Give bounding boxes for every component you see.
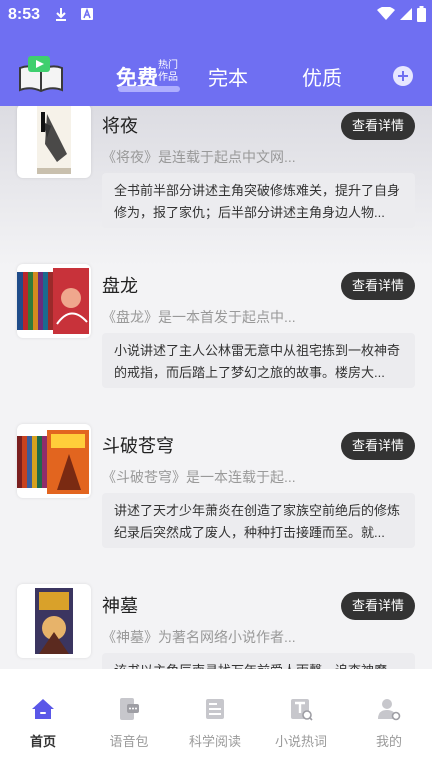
signal-icon <box>400 8 412 20</box>
nav-label: 我的 <box>375 734 402 749</box>
document-icon <box>206 699 224 719</box>
nav-voice-pack[interactable]: 语音包 <box>86 697 172 750</box>
book-cover-image[interactable] <box>17 264 91 338</box>
nav-mine[interactable]: 我的 <box>346 697 432 750</box>
book-title[interactable]: 斗破苍穹 <box>102 432 174 458</box>
top-tab-bar: 免费 热门作品 完本 优质 <box>0 52 432 100</box>
active-tab-indicator <box>118 86 180 92</box>
status-time: 8:53 <box>8 6 41 23</box>
tab-complete[interactable]: 完本 <box>208 62 248 91</box>
home-icon <box>32 699 54 719</box>
battery-icon <box>417 6 426 22</box>
book-title[interactable]: 将夜 <box>102 112 138 138</box>
add-icon[interactable] <box>393 66 413 86</box>
text-search-icon <box>291 699 313 721</box>
app-logo-icon <box>19 56 63 93</box>
book-subtitle: 《斗破苍穹》是一本连载于起... <box>102 469 296 485</box>
book-cover-image[interactable] <box>17 424 91 498</box>
cover-art-jiangye <box>37 106 71 174</box>
book-cover-image[interactable] <box>17 584 91 658</box>
book-description: 讲述了天才少年萧炎在创造了家族空前绝后的修炼纪录后突然成了废人，种种打击接踵而至… <box>102 493 415 548</box>
list-item[interactable]: 盘龙 查看详情 《盘龙》是一本首发于起点中... 小说讲述了主人公林雷无意中从祖… <box>0 264 432 424</box>
book-subtitle: 《盘龙》是一本首发于起点中... <box>102 309 296 325</box>
list-item[interactable]: 斗破苍穹 查看详情 《斗破苍穹》是一本连载于起... 讲述了天才少年萧炎在创造了… <box>0 424 432 584</box>
header-area: 8:53 免费 热门作品 完本 优质 <box>0 0 432 106</box>
user-settings-icon <box>378 699 401 721</box>
nav-label: 科学阅读 <box>188 734 241 749</box>
view-details-button[interactable]: 查看详情 <box>341 592 415 620</box>
download-icon <box>56 8 66 21</box>
bottom-navigation: 首页 语音包 科学阅读 小说热词 我的 <box>0 669 432 769</box>
view-details-button[interactable]: 查看详情 <box>341 432 415 460</box>
phone-chat-icon <box>120 698 139 720</box>
hot-works-badge: 热门作品 <box>158 60 178 83</box>
book-title[interactable]: 盘龙 <box>102 272 138 298</box>
nav-home[interactable]: 首页 <box>0 697 86 750</box>
list-item[interactable]: 神墓 查看详情 《神墓》为著名网络小说作者... 该书以主角辰南寻找万年前爱人雨… <box>0 584 432 669</box>
book-description: 该书以主角辰南寻找万年前爱人雨馨，追查神魔... <box>102 653 415 669</box>
view-details-button[interactable]: 查看详情 <box>341 112 415 140</box>
book-description: 全书前半部分讲述主角突破修炼难关，提升了自身修为，报了家仇；后半部分讲述主角身边… <box>102 173 415 228</box>
wifi-icon <box>377 7 395 20</box>
book-cover-image[interactable] <box>17 106 91 178</box>
cover-art-panlong <box>17 268 89 334</box>
book-list: 将夜 查看详情 《将夜》是连载于起点中文网... 全书前半部分讲述主角突破修炼难… <box>0 106 432 669</box>
font-icon <box>81 7 93 20</box>
tab-quality[interactable]: 优质 <box>302 62 342 91</box>
nav-label: 首页 <box>29 734 56 749</box>
view-details-button[interactable]: 查看详情 <box>341 272 415 300</box>
cover-art-doupo <box>17 430 89 494</box>
book-title[interactable]: 神墓 <box>102 592 138 618</box>
cover-art-shenmu <box>35 588 73 654</box>
status-bar: 8:53 <box>0 0 432 30</box>
list-item[interactable]: 将夜 查看详情 《将夜》是连载于起点中文网... 全书前半部分讲述主角突破修炼难… <box>0 106 432 264</box>
nav-label: 语音包 <box>109 734 149 749</box>
book-description: 小说讲述了主人公林雷无意中从祖宅拣到一枚神奇的戒指，而后踏上了梦幻之旅的故事。楼… <box>102 333 415 388</box>
book-subtitle: 《将夜》是连载于起点中文网... <box>102 149 296 165</box>
book-subtitle: 《神墓》为著名网络小说作者... <box>102 629 296 645</box>
nav-science-reading[interactable]: 科学阅读 <box>172 697 258 750</box>
nav-label: 小说热词 <box>274 734 327 749</box>
nav-novel-hotwords[interactable]: 小说热词 <box>258 697 344 750</box>
